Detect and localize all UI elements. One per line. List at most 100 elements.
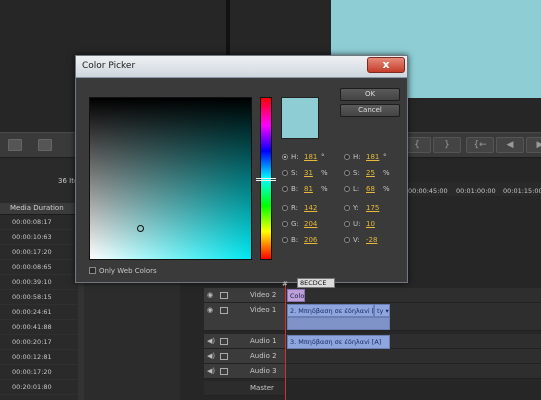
rgb-field-r: R: 142: [282, 203, 342, 213]
track-name: Video 2: [250, 291, 277, 299]
yuv-field-v: V: -28: [344, 235, 404, 245]
close-icon: x: [382, 58, 390, 71]
eye-icon[interactable]: ◉: [207, 291, 216, 299]
hsl-field-l: L: 68%: [344, 184, 404, 194]
step-back-frame-button[interactable]: ◀: [496, 137, 524, 153]
field-unit: °: [383, 153, 387, 161]
film-icon: [220, 307, 228, 314]
video-clip[interactable]: 2. Μπηδβαση σε έδηλαvi [V]: [287, 304, 374, 317]
speaker-icon[interactable]: ◀): [207, 337, 216, 345]
field-value[interactable]: 181: [366, 152, 379, 162]
media-duration-row[interactable]: 00:00:41:88: [0, 320, 80, 335]
ok-button[interactable]: OK: [340, 88, 400, 101]
lane-audio-3[interactable]: [286, 364, 541, 379]
field-value[interactable]: -28: [366, 235, 377, 245]
radio-button[interactable]: [344, 170, 350, 176]
dialog-title: Color Picker: [82, 61, 136, 71]
go-to-in-button[interactable]: {←: [466, 137, 494, 153]
hsl-field-s: S: 25%: [344, 168, 404, 178]
media-duration-column-header[interactable]: Media Duration: [0, 203, 80, 215]
field-value[interactable]: 81: [304, 184, 313, 194]
hsb-field-h: H: 181 °: [282, 152, 342, 162]
field-value[interactable]: 181: [304, 152, 317, 162]
field-value[interactable]: 68: [366, 184, 375, 194]
radio-button[interactable]: [282, 186, 288, 192]
field-unit: %: [383, 185, 390, 193]
audio-clip[interactable]: 3. Μπηδβαση σε έδηλαvi [A]: [287, 335, 390, 349]
media-duration-row[interactable]: 00:00:17:20: [0, 245, 80, 260]
track-audio-3[interactable]: ◀) Audio 3: [204, 364, 286, 379]
media-duration-row[interactable]: 00:00:08:65: [0, 260, 80, 275]
hsb-field-s: S: 31%: [282, 168, 342, 178]
track-name: Audio 3: [250, 367, 277, 375]
field-label: S:: [353, 169, 360, 177]
color-cursor[interactable]: [136, 224, 144, 232]
lane-audio-2[interactable]: [286, 349, 541, 364]
dialog-titlebar[interactable]: Color Picker x: [76, 56, 407, 78]
field-value[interactable]: 206: [304, 235, 317, 245]
speaker-icon[interactable]: ◀): [207, 352, 216, 360]
hsl-field-h: H: 181 °: [344, 152, 404, 162]
radio-button[interactable]: [344, 221, 350, 227]
radio-button[interactable]: [282, 205, 288, 211]
video-clip-thumbnail[interactable]: [287, 317, 390, 330]
eye-icon[interactable]: ◉: [207, 306, 216, 314]
color-picker-dialog: Color Picker x OK Cancel H: 181 ° S: 31% B: 81…: [75, 55, 408, 288]
radio-button[interactable]: [344, 154, 350, 160]
field-label: B:: [291, 185, 299, 193]
radio-button[interactable]: [344, 205, 350, 211]
field-label: Y:: [353, 204, 359, 212]
track-audio-2[interactable]: ◀) Audio 2: [204, 349, 286, 364]
track-video-1[interactable]: ◉ Video 1: [204, 303, 286, 331]
step-forward-button[interactable]: }: [433, 137, 461, 153]
field-value[interactable]: 31: [304, 168, 313, 178]
field-value[interactable]: 175: [366, 203, 379, 213]
media-duration-row[interactable]: 00:20:01:80: [0, 380, 80, 395]
hue-slider-handle[interactable]: [256, 177, 276, 181]
track-name: Audio 1: [250, 337, 277, 345]
radio-button[interactable]: [344, 186, 350, 192]
lane-video-2[interactable]: [286, 288, 541, 303]
play-button[interactable]: ▶: [526, 137, 541, 153]
film-icon: [220, 292, 228, 299]
media-duration-row[interactable]: 00:00:10:63: [0, 230, 80, 245]
color-matte-clip[interactable]: Colo: [287, 289, 305, 302]
track-audio-1[interactable]: ◀) Audio 1: [204, 334, 286, 349]
field-unit: %: [321, 185, 328, 193]
mark-out-button[interactable]: [38, 139, 52, 151]
hex-label: #: [282, 280, 288, 288]
saturation-brightness-field[interactable]: [89, 97, 252, 260]
waveform-icon: [220, 353, 228, 360]
waveform-icon: [220, 368, 228, 375]
media-duration-row[interactable]: 00:00:20:17: [0, 335, 80, 350]
media-duration-row[interactable]: 00:00:12:81: [0, 350, 80, 365]
media-duration-row[interactable]: 00:00:39:10: [0, 275, 80, 290]
media-duration-row[interactable]: 00:00:24:61: [0, 305, 80, 320]
field-value[interactable]: 10: [366, 219, 375, 229]
radio-button[interactable]: [282, 237, 288, 243]
field-unit: °: [321, 153, 325, 161]
field-value[interactable]: 25: [366, 168, 375, 178]
radio-button[interactable]: [282, 154, 288, 160]
media-duration-row[interactable]: 00:00:08:17: [0, 215, 80, 230]
hex-input[interactable]: 8ECDCE: [297, 278, 335, 288]
cancel-button[interactable]: Cancel: [340, 104, 400, 117]
selected-color-swatch: [281, 97, 319, 139]
editor-window: { } {← ◀ ▶ 36 Ite Media Duration 00:00:0…: [0, 0, 541, 400]
radio-button[interactable]: [282, 221, 288, 227]
dialog-body: OK Cancel H: 181 ° S: 31% B: 81% H: 181 ° S: 25% L:…: [77, 79, 406, 288]
track-video-2[interactable]: ◉ Video 2: [204, 288, 286, 303]
only-web-colors-checkbox[interactable]: [89, 267, 96, 274]
close-button[interactable]: x: [367, 57, 405, 73]
field-value[interactable]: 204: [304, 219, 317, 229]
track-master[interactable]: Master: [204, 381, 286, 396]
media-duration-row[interactable]: 00:00:17:20: [0, 365, 80, 380]
speaker-icon[interactable]: ◀): [207, 367, 216, 375]
field-value[interactable]: 142: [304, 203, 317, 213]
radio-button[interactable]: [282, 170, 288, 176]
ruler-tick: 00:00:45:00: [408, 187, 448, 195]
radio-button[interactable]: [344, 237, 350, 243]
media-duration-row[interactable]: 00:00:58:15: [0, 290, 80, 305]
opacity-dropdown[interactable]: ty ▾: [374, 304, 390, 317]
mark-in-button[interactable]: [8, 139, 22, 151]
